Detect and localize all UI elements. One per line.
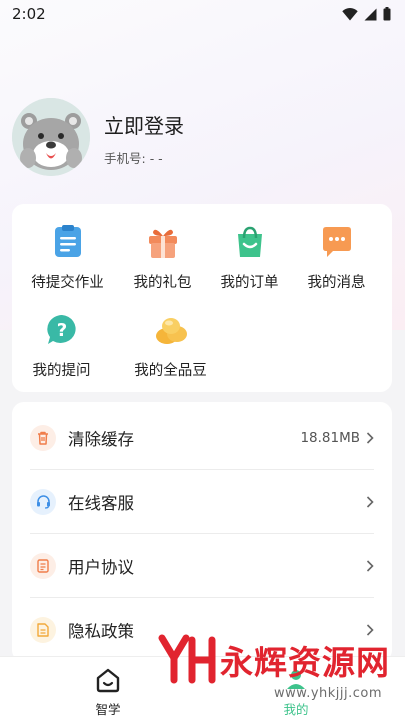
wifi-icon xyxy=(342,7,358,20)
menu-row-online-service[interactable]: 在线客服 xyxy=(30,470,374,534)
menu-row-clear-cache[interactable]: 清除缓存 18.81MB xyxy=(30,406,374,470)
quick-item-label: 我的礼包 xyxy=(133,275,192,291)
status-icons xyxy=(342,7,391,21)
watermark-text: 永辉资源网 xyxy=(220,643,390,682)
home-smile-icon xyxy=(96,668,120,693)
privacy-doc-icon xyxy=(30,617,56,643)
cellular-signal-icon xyxy=(364,8,377,20)
shopping-bag-icon xyxy=(237,226,262,257)
quick-actions-card: 待提交作业 我的礼包 我的订单 我的消息 ? 我的提问 我的全品豆 xyxy=(12,204,392,392)
watermark-logo-icon xyxy=(158,634,216,684)
phone-label: 手机号: xyxy=(104,151,146,166)
watermark: 永辉资源网 www.yhkjjj.com xyxy=(156,628,391,720)
menu-row-user-agreement[interactable]: 用户协议 xyxy=(30,534,374,598)
quick-item-my-beans[interactable]: 我的全品豆 xyxy=(123,298,218,380)
phone-value: - - xyxy=(149,151,163,166)
battery-icon xyxy=(383,7,391,21)
coin-beans-icon xyxy=(155,318,187,344)
quick-item-label: 我的提问 xyxy=(32,363,91,379)
quick-item-my-questions[interactable]: ? 我的提问 xyxy=(14,298,109,380)
tab-zhixue[interactable]: 智学 xyxy=(78,663,138,717)
quick-item-my-gifts[interactable]: 我的礼包 xyxy=(115,210,210,292)
cache-size-value: 18.81MB xyxy=(300,429,360,446)
quick-item-my-orders[interactable]: 我的订单 xyxy=(202,210,297,292)
quick-item-pending-homework[interactable]: 待提交作业 xyxy=(20,210,115,292)
menu-label: 在线客服 xyxy=(68,493,134,513)
quick-item-my-messages[interactable]: 我的消息 xyxy=(289,210,384,292)
quick-item-label: 我的消息 xyxy=(307,275,366,291)
settings-menu-card: 清除缓存 18.81MB 在线客服 用户协议 隐私政策 xyxy=(12,402,392,662)
avatar[interactable] xyxy=(12,98,90,176)
menu-label: 清除缓存 xyxy=(68,429,134,449)
quick-item-label: 我的订单 xyxy=(220,275,279,291)
profile-header[interactable]: 立即登录 手机号: - - xyxy=(12,98,392,176)
watermark-url: www.yhkjjj.com xyxy=(274,686,383,701)
question-bubble-icon: ? xyxy=(46,315,76,344)
chevron-right-icon xyxy=(366,495,374,508)
message-bubble-icon xyxy=(322,227,351,257)
agreement-doc-icon xyxy=(30,552,56,579)
phone-number-line: 手机号: - - xyxy=(104,148,163,167)
quick-item-label: 我的全品豆 xyxy=(134,363,207,379)
bear-avatar-icon xyxy=(12,98,90,176)
headset-icon xyxy=(30,488,56,515)
gift-icon xyxy=(148,229,177,258)
svg-text:?: ? xyxy=(56,320,66,341)
menu-label: 用户协议 xyxy=(68,557,134,577)
login-button-text[interactable]: 立即登录 xyxy=(104,110,184,139)
trash-icon xyxy=(30,424,56,451)
status-bar: 2:02 xyxy=(0,0,405,28)
quick-item-label: 待提交作业 xyxy=(31,275,104,291)
chevron-right-icon xyxy=(366,431,374,444)
status-time: 2:02 xyxy=(12,5,46,23)
homework-doc-icon xyxy=(54,225,81,257)
chevron-right-icon xyxy=(366,559,374,572)
tab-label: 智学 xyxy=(95,702,121,717)
